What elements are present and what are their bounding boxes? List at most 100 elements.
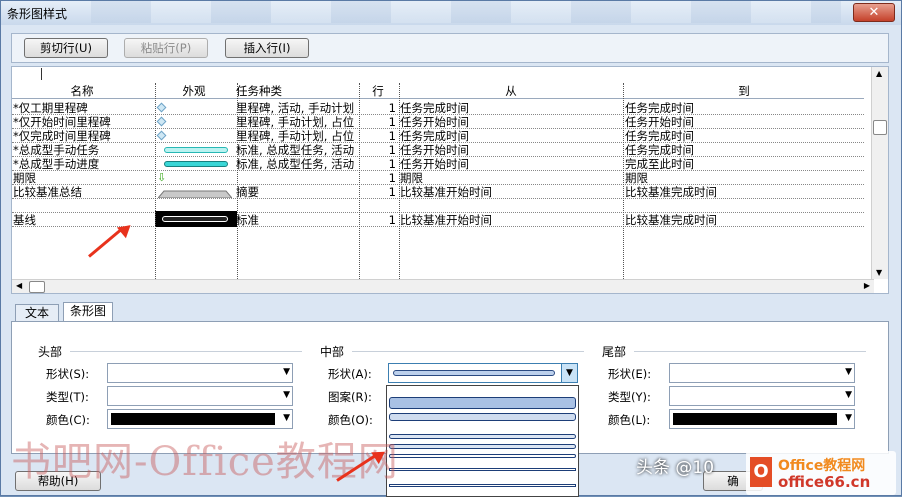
row-name-cell[interactable]: *仅工期里程碑 xyxy=(13,101,153,115)
close-icon[interactable]: ✕ xyxy=(853,3,895,22)
h-scroll-thumb[interactable] xyxy=(29,281,45,293)
row-row-cell[interactable]: 1 xyxy=(360,143,396,157)
tail-color-select[interactable]: ▼ xyxy=(669,409,855,429)
header-task-kind[interactable]: 任务种类 xyxy=(236,84,358,98)
row-name-cell[interactable]: 基线 xyxy=(13,213,153,227)
row-row-cell[interactable]: 1 xyxy=(360,171,396,185)
row-kind-cell[interactable]: 标准, 总成型任务, 活动 xyxy=(236,157,358,171)
chevron-down-icon[interactable]: ▼ xyxy=(561,364,577,382)
row-name-cell[interactable]: 期限 xyxy=(13,171,153,185)
row-to-cell[interactable]: 期限 xyxy=(625,171,863,185)
row-kind-cell[interactable]: 摘要 xyxy=(236,185,358,199)
row-kind-cell[interactable] xyxy=(236,171,358,185)
shape-option[interactable] xyxy=(389,397,576,409)
header-name[interactable]: 名称 xyxy=(12,84,152,98)
head-type-select[interactable]: ▼ xyxy=(107,386,293,406)
tail-type-select[interactable]: ▼ xyxy=(669,386,855,406)
scroll-down-icon[interactable]: ▼ xyxy=(876,268,882,277)
row-from-cell[interactable]: 任务完成时间 xyxy=(400,129,622,143)
horizontal-scrollbar[interactable]: ◀ ▶ xyxy=(12,279,874,293)
header-appearance[interactable]: 外观 xyxy=(154,84,234,98)
row-from-cell[interactable]: 期限 xyxy=(400,171,622,185)
row-to-cell[interactable] xyxy=(625,199,863,213)
tab-bars[interactable]: 条形图 xyxy=(63,302,113,322)
middle-shape-dropdown-list[interactable] xyxy=(386,385,579,497)
shape-option[interactable] xyxy=(389,484,576,487)
scroll-up-icon[interactable]: ▲ xyxy=(876,69,882,78)
logo-bottom-text: office66.cn xyxy=(778,473,871,491)
diamond-icon[interactable] xyxy=(156,130,167,141)
row-name-cell[interactable] xyxy=(13,199,153,213)
header-from[interactable]: 从 xyxy=(399,84,623,98)
row-kind-cell[interactable]: 里程碑, 活动, 手动计划 xyxy=(236,101,358,115)
scroll-left-icon[interactable]: ◀ xyxy=(16,281,22,290)
row-kind-cell[interactable]: 标准 xyxy=(236,213,358,227)
row-kind-cell[interactable]: 里程碑, 手动计划, 占位 xyxy=(236,115,358,129)
bar-styles-grid[interactable]: 名称 外观 任务种类 行 从 到 *仅工期里程碑 里程碑, 活动, 手动计划 1 任务… xyxy=(11,66,889,294)
row-name-cell[interactable]: *总成型手动进度 xyxy=(13,157,153,171)
diamond-icon[interactable] xyxy=(156,116,167,127)
table-row[interactable]: 期限 1 期限 期限 ⇩ xyxy=(12,171,864,185)
row-name-cell[interactable]: 比较基准总结 xyxy=(13,185,153,199)
cut-row-button[interactable]: 剪切行(U) xyxy=(24,38,108,58)
row-to-cell[interactable]: 任务完成时间 xyxy=(625,143,863,157)
insert-row-button[interactable]: 插入行(I) xyxy=(225,38,309,58)
scroll-thumb[interactable] xyxy=(873,120,887,135)
row-name-cell[interactable]: *仅开始时间里程碑 xyxy=(13,115,153,129)
table-row[interactable]: *仅开始时间里程碑 里程碑, 手动计划, 占位 1 任务开始时间 任务开始时间 xyxy=(12,115,864,129)
table-row[interactable]: 基线 标准 1 比较基准开始时间 比较基准完成时间 xyxy=(12,211,864,227)
row-from-cell[interactable]: 比较基准开始时间 xyxy=(400,213,622,227)
row-kind-cell[interactable]: 标准, 总成型任务, 活动 xyxy=(236,143,358,157)
row-row-cell[interactable]: 1 xyxy=(360,115,396,129)
shape-option[interactable] xyxy=(389,413,576,421)
shape-option[interactable] xyxy=(389,468,576,471)
shape-option[interactable] xyxy=(389,454,576,458)
col-divider xyxy=(359,83,360,293)
table-row[interactable]: *总成型手动进度 标准, 总成型任务, 活动 1 任务开始时间 完成至此时间 xyxy=(12,157,864,171)
row-to-cell[interactable]: 比较基准完成时间 xyxy=(625,185,863,199)
scroll-right-icon[interactable]: ▶ xyxy=(864,281,870,290)
table-row[interactable]: *仅工期里程碑 里程碑, 活动, 手动计划 1 任务完成时间 任务完成时间 xyxy=(12,101,864,115)
bar-preview[interactable] xyxy=(164,161,228,167)
row-from-cell[interactable]: 任务开始时间 xyxy=(400,157,622,171)
row-row-cell[interactable]: 1 xyxy=(360,101,396,115)
row-from-cell[interactable] xyxy=(400,199,622,213)
header-to[interactable]: 到 xyxy=(624,84,864,98)
middle-shape-select[interactable]: ▼ xyxy=(388,363,578,383)
row-from-cell[interactable]: 比较基准开始时间 xyxy=(400,185,622,199)
vertical-scrollbar[interactable]: ▲ ▼ xyxy=(871,67,888,279)
summary-bar-preview[interactable] xyxy=(156,187,234,199)
shape-option[interactable] xyxy=(389,444,576,449)
row-to-cell[interactable]: 任务完成时间 xyxy=(625,129,863,143)
row-to-cell[interactable]: 任务开始时间 xyxy=(625,115,863,129)
bar-preview[interactable] xyxy=(164,147,228,153)
head-color-select[interactable]: ▼ xyxy=(107,409,293,429)
row-to-cell[interactable]: 比较基准完成时间 xyxy=(625,213,863,227)
shape-option[interactable] xyxy=(389,434,576,439)
row-from-cell[interactable]: 任务完成时间 xyxy=(400,101,622,115)
row-to-cell[interactable]: 完成至此时间 xyxy=(625,157,863,171)
table-row[interactable]: *仅完成时间里程碑 里程碑, 手动计划, 占位 1 任务完成时间 任务完成时间 xyxy=(12,129,864,143)
table-row[interactable]: 比较基准总结 摘要 1 比较基准开始时间 比较基准完成时间 xyxy=(12,185,864,199)
tail-shape-select[interactable]: ▼ xyxy=(669,363,855,383)
table-row[interactable] xyxy=(12,199,864,213)
deadline-arrow-icon[interactable]: ⇩ xyxy=(157,171,166,184)
row-kind-cell[interactable]: 里程碑, 手动计划, 占位 xyxy=(236,129,358,143)
row-from-cell[interactable]: 任务开始时间 xyxy=(400,115,622,129)
row-name-cell[interactable]: *总成型手动任务 xyxy=(13,143,153,157)
row-row-cell[interactable]: 1 xyxy=(360,129,396,143)
row-kind-cell[interactable] xyxy=(236,199,358,213)
header-row[interactable]: 行 xyxy=(359,84,397,98)
row-from-cell[interactable]: 任务开始时间 xyxy=(400,143,622,157)
baseline-bar-preview[interactable] xyxy=(155,211,237,227)
row-to-cell[interactable]: 任务完成时间 xyxy=(625,101,863,115)
row-row-cell[interactable]: 1 xyxy=(360,185,396,199)
row-name-cell[interactable]: *仅完成时间里程碑 xyxy=(13,129,153,143)
head-shape-select[interactable]: ▼ xyxy=(107,363,293,383)
row-row-cell[interactable] xyxy=(360,199,396,213)
row-row-cell[interactable]: 1 xyxy=(360,157,396,171)
diamond-icon[interactable] xyxy=(156,102,167,113)
paste-row-button[interactable]: 粘贴行(P) xyxy=(124,38,208,58)
table-row[interactable]: *总成型手动任务 标准, 总成型任务, 活动 1 任务开始时间 任务完成时间 xyxy=(12,143,864,157)
row-row-cell[interactable]: 1 xyxy=(360,213,396,227)
